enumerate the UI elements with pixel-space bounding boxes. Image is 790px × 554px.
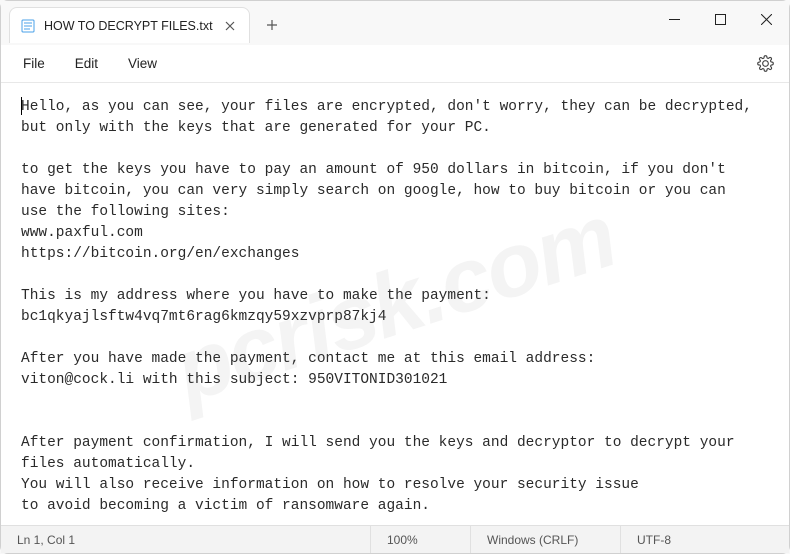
menu-edit[interactable]: Edit (61, 50, 112, 77)
settings-button[interactable] (749, 48, 781, 80)
tab-title: HOW TO DECRYPT FILES.txt (44, 19, 213, 33)
text-editor-content[interactable]: Hello, as you can see, your files are en… (1, 83, 789, 525)
close-window-button[interactable] (743, 1, 789, 37)
watermark: pcrisk.com (158, 172, 631, 437)
statusbar: Ln 1, Col 1 100% Windows (CRLF) UTF-8 (1, 525, 789, 553)
minimize-button[interactable] (651, 1, 697, 37)
status-encoding[interactable]: UTF-8 (621, 526, 789, 553)
titlebar: HOW TO DECRYPT FILES.txt (1, 1, 789, 45)
notepad-icon (20, 18, 36, 34)
status-zoom[interactable]: 100% (371, 526, 471, 553)
tab-area: HOW TO DECRYPT FILES.txt (1, 1, 288, 43)
menu-view[interactable]: View (114, 50, 171, 77)
gear-icon (757, 55, 774, 72)
maximize-button[interactable] (697, 1, 743, 37)
new-tab-button[interactable] (256, 9, 288, 41)
text-caret (21, 97, 22, 115)
close-tab-icon[interactable] (221, 17, 239, 35)
window-controls (651, 1, 789, 37)
status-cursor-position[interactable]: Ln 1, Col 1 (1, 526, 371, 553)
document-tab[interactable]: HOW TO DECRYPT FILES.txt (9, 7, 250, 43)
status-line-ending[interactable]: Windows (CRLF) (471, 526, 621, 553)
menubar: File Edit View (1, 45, 789, 83)
menu-file[interactable]: File (9, 50, 59, 77)
